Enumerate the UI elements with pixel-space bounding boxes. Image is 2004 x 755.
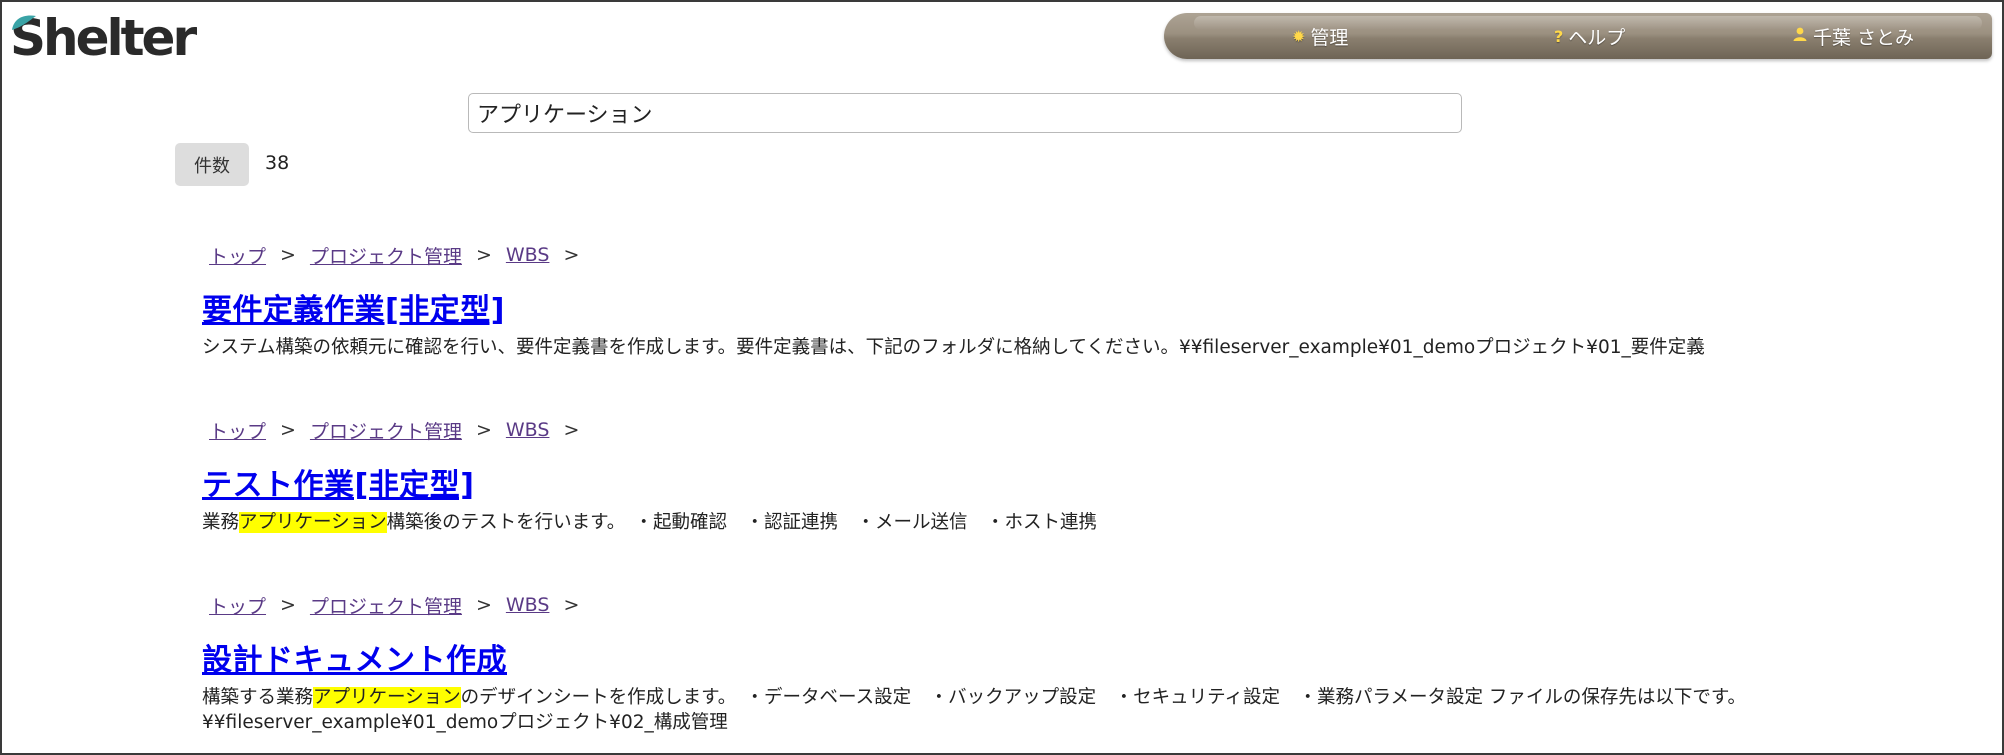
search-highlight: アプリケーション — [313, 687, 461, 708]
search-input[interactable] — [468, 93, 1462, 133]
breadcrumb-separator: > — [280, 419, 296, 441]
desc-text: 構築後のテストを行います。 ・起動確認 ・認証連携 ・メール送信 ・ホスト連携 — [386, 512, 1098, 533]
search-result: トップ > プロジェクト管理 > WBS > 設計ドキュメント作成 構築する業務… — [202, 591, 1992, 735]
breadcrumb: トップ > プロジェクト管理 > WBS > — [202, 591, 1992, 619]
breadcrumb-separator: > — [563, 244, 580, 266]
result-description: 業務アプリケーション構築後のテストを行います。 ・起動確認 ・認証連携 ・メール… — [202, 510, 1992, 535]
result-title-link[interactable]: 設計ドキュメント作成 — [202, 635, 507, 679]
breadcrumb-top-link[interactable]: トップ — [202, 242, 273, 269]
breadcrumb-wbs-link[interactable]: WBS — [499, 594, 557, 616]
nav-admin-link[interactable]: ✹ 管理 — [1292, 13, 1348, 59]
nav-user-menu[interactable]: 千葉 さとみ — [1792, 13, 1914, 59]
gear-icon: ✹ — [1292, 26, 1306, 46]
result-title-link[interactable]: 要件定義作業[非定型] — [202, 285, 505, 329]
nav-help-label: ヘルプ — [1568, 26, 1626, 49]
breadcrumb-wbs-link[interactable]: WBS — [499, 419, 557, 441]
breadcrumb-separator: > — [563, 594, 580, 616]
desc-text: 業務 — [202, 512, 240, 533]
breadcrumb-separator: > — [280, 594, 296, 616]
breadcrumb: トップ > プロジェクト管理 > WBS > — [202, 416, 1992, 444]
breadcrumb-project-link[interactable]: プロジェクト管理 — [303, 242, 469, 269]
desc-text: 構築する業務 — [202, 687, 314, 708]
breadcrumb-top-link[interactable]: トップ — [202, 592, 273, 619]
breadcrumb-top-link[interactable]: トップ — [202, 417, 273, 444]
result-description: システム構築の依頼元に確認を行い、要件定義書を作成します。要件定義書は、下記のフ… — [202, 335, 1992, 360]
nav-user-label: 千葉 さとみ — [1813, 26, 1915, 49]
shelter-logo[interactable]: Shelter — [8, 10, 197, 66]
count-value: 38 — [265, 152, 290, 174]
breadcrumb-wbs-link[interactable]: WBS — [499, 244, 557, 266]
breadcrumb-separator: > — [475, 244, 492, 266]
question-icon: ? — [1554, 26, 1564, 46]
logo-leaf-icon — [12, 15, 36, 30]
header-nav-bar: ✹ 管理 ? ヘルプ 千葉 さとみ — [1164, 13, 1992, 59]
breadcrumb-separator: > — [475, 594, 492, 616]
breadcrumb-project-link[interactable]: プロジェクト管理 — [303, 592, 469, 619]
breadcrumb-separator: > — [475, 419, 492, 441]
count-label: 件数 — [175, 143, 249, 186]
search-result: トップ > プロジェクト管理 > WBS > テスト作業[非定型] 業務アプリケ… — [202, 416, 1992, 535]
result-description: 構築する業務アプリケーションのデザインシートを作成します。 ・データベース設定 … — [202, 685, 1992, 735]
breadcrumb-project-link[interactable]: プロジェクト管理 — [303, 417, 469, 444]
result-title-link[interactable]: テスト作業[非定型] — [202, 460, 474, 504]
breadcrumb-separator: > — [280, 244, 296, 266]
nav-admin-label: 管理 — [1310, 26, 1349, 49]
nav-help-link[interactable]: ? ヘルプ — [1554, 13, 1625, 59]
desc-text: システム構築の依頼元に確認を行い、要件定義書を作成します。要件定義書は、下記のフ… — [202, 337, 1705, 358]
user-icon — [1792, 26, 1808, 46]
search-result: トップ > プロジェクト管理 > WBS > 要件定義作業[非定型] システム構… — [202, 241, 1992, 360]
breadcrumb: トップ > プロジェクト管理 > WBS > — [202, 241, 1992, 269]
breadcrumb-separator: > — [563, 419, 580, 441]
search-highlight: アプリケーション — [239, 512, 387, 533]
